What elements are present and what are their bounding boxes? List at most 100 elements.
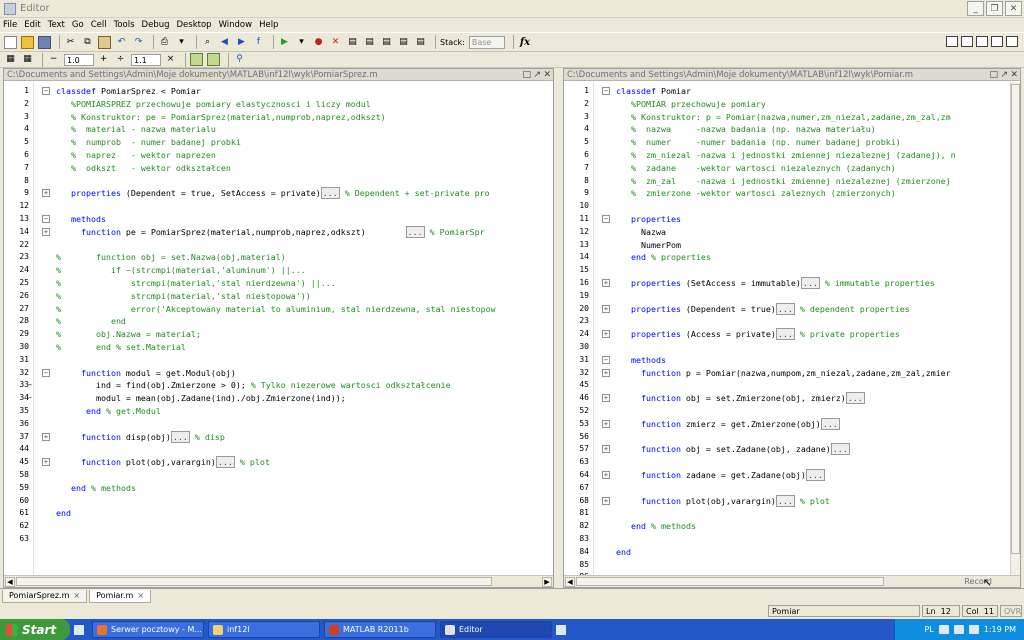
code-line[interactable] (594, 200, 998, 213)
fold-expand-icon[interactable]: + (602, 279, 610, 287)
folded-code-marker[interactable]: ... (775, 494, 795, 507)
layout-maximize-icon[interactable] (1006, 36, 1018, 47)
undock-icon[interactable]: □ (522, 69, 531, 80)
code-line[interactable] (594, 341, 998, 354)
maximize-button[interactable]: ❐ (986, 1, 1003, 16)
security-icon[interactable] (953, 625, 964, 634)
dock-arrow-icon[interactable]: ↗ (533, 69, 541, 80)
find-icon[interactable]: ⌕ (201, 36, 214, 49)
new-file-icon[interactable] (4, 35, 17, 49)
code-line[interactable] (594, 431, 998, 444)
code-line[interactable]: %POMIARSPREZ przechowuje pomiary elastyc… (34, 98, 545, 111)
code-line[interactable]: + function p = Pomiar(nazwa,numpom,zm_ni… (594, 367, 998, 380)
scroll-thumb[interactable] (16, 577, 492, 586)
horizontal-scrollbar[interactable]: ◀ Record ↖ (564, 575, 1020, 588)
code-line[interactable] (594, 315, 998, 328)
redo-icon[interactable]: ↷ (132, 36, 145, 49)
code-line[interactable]: − methods (594, 354, 998, 367)
task-mail[interactable]: Serwer pocztowy - M... (92, 621, 204, 638)
paste-icon[interactable] (98, 35, 111, 49)
fold-expand-icon[interactable]: + (42, 189, 50, 198)
undo-icon[interactable]: ↶ (115, 36, 128, 49)
code-line[interactable]: % end % set.Material (34, 341, 545, 354)
fold-expand-icon[interactable]: + (42, 227, 50, 236)
fold-expand-icon[interactable]: + (602, 471, 610, 479)
task-matlab[interactable]: MATLAB R2011b (324, 621, 436, 638)
code-line[interactable]: % end (34, 315, 545, 328)
cell-mode-icon[interactable]: ▦ (4, 53, 17, 66)
code-line[interactable]: end (594, 546, 998, 559)
cell-value-input-1[interactable]: 1.0 (64, 53, 94, 66)
code-area[interactable]: − classdef Pomiar %POMIAR przechowuje pom… (594, 82, 998, 575)
code-line[interactable] (594, 264, 998, 277)
code-line[interactable] (594, 533, 998, 546)
vscroll-thumb[interactable] (1011, 84, 1020, 554)
code-line[interactable]: + function disp(obj)... % disp (34, 430, 545, 444)
code-area[interactable]: − classdef PomiarSprez < Pomiar %POMIARSP… (34, 82, 545, 575)
code-line[interactable] (594, 559, 998, 572)
code-line[interactable] (34, 354, 545, 367)
scroll-right-icon[interactable]: ▶ (542, 577, 552, 587)
language-indicator[interactable]: PL (924, 625, 933, 634)
folded-code-marker[interactable]: ... (820, 417, 840, 430)
horizontal-scrollbar[interactable]: ◀ ▶ (4, 575, 553, 587)
folded-code-marker[interactable]: ... (775, 302, 795, 315)
code-line[interactable] (34, 175, 545, 188)
code-line[interactable] (34, 418, 545, 431)
file-tab-pomiar[interactable]: Pomiar.m × (89, 590, 152, 603)
folded-code-marker[interactable]: ... (320, 187, 340, 200)
code-line[interactable]: + function obj = set.Zmierzone(obj, zmie… (594, 392, 998, 405)
evaluate-advance-icon[interactable] (190, 53, 203, 66)
folded-code-marker[interactable]: ... (845, 392, 865, 405)
code-line[interactable] (34, 533, 545, 546)
fold-collapse-icon[interactable]: − (42, 215, 50, 223)
layout-left-right-icon[interactable] (961, 36, 973, 47)
show-desktop-icon[interactable] (556, 624, 566, 635)
code-line[interactable]: − properties (594, 213, 998, 226)
code-line[interactable]: % if ~(strcmpi(material,'aluminum') ||..… (34, 264, 545, 277)
menu-cell[interactable]: Cell (91, 20, 107, 30)
dock-arrow-icon[interactable]: ↗ (1000, 69, 1008, 80)
copy-icon[interactable]: ⧉ (81, 36, 94, 49)
code-line[interactable] (594, 482, 998, 495)
code-line[interactable]: % strcmpi(material,'stal nierdzewna') ||… (34, 277, 545, 290)
code-line[interactable]: end % properties (594, 251, 998, 264)
layout-tile-icon[interactable] (946, 36, 958, 47)
code-line[interactable]: % nazwa -nazwa badania (np. nazwa materi… (594, 123, 998, 136)
code-line[interactable] (34, 200, 545, 213)
folded-code-marker[interactable]: ... (800, 277, 820, 289)
vertical-scrollbar[interactable] (1010, 82, 1020, 575)
help-search-icon[interactable]: ⚲ (233, 53, 246, 66)
fold-expand-icon[interactable]: + (602, 368, 610, 377)
code-line[interactable] (594, 456, 998, 469)
code-line[interactable] (34, 239, 545, 252)
fold-expand-icon[interactable]: + (602, 496, 610, 505)
code-line[interactable]: Nazwa (594, 226, 998, 239)
code-line[interactable] (34, 520, 545, 533)
menu-file[interactable]: File (3, 20, 17, 30)
evaluate-file-icon[interactable] (207, 53, 220, 66)
print-icon[interactable]: ⎙ (158, 36, 171, 49)
code-line[interactable] (594, 290, 998, 303)
step-in-icon[interactable]: ▤ (363, 36, 376, 49)
code-line[interactable]: end % get.Modul (34, 405, 545, 418)
breakpoint-clear-icon[interactable]: ✕ (329, 36, 342, 49)
code-line[interactable]: − methods (34, 213, 545, 226)
close-pane-icon[interactable]: ✕ (543, 69, 551, 80)
menu-tools[interactable]: Tools (114, 20, 135, 30)
cell-plus-button[interactable]: + (97, 53, 110, 66)
close-pane-icon[interactable]: ✕ (1010, 69, 1018, 80)
run-icon[interactable]: ▶ (278, 36, 291, 49)
code-line[interactable] (34, 495, 545, 508)
folded-code-marker[interactable]: ... (830, 443, 850, 456)
fold-expand-icon[interactable]: + (602, 445, 610, 454)
code-line[interactable]: % zadane -wektor wartosci niezaleznych (… (594, 162, 998, 175)
scroll-thumb[interactable] (576, 577, 884, 586)
task-folder[interactable]: inf12l (208, 621, 320, 638)
undock-icon[interactable]: □ (989, 69, 998, 80)
save-icon[interactable] (38, 35, 51, 49)
code-line[interactable] (34, 443, 545, 456)
fold-expand-icon[interactable]: + (42, 432, 50, 441)
cell-minus-button[interactable]: − (47, 53, 60, 66)
code-line[interactable]: % error('Akceptowany material to alumini… (34, 303, 545, 316)
